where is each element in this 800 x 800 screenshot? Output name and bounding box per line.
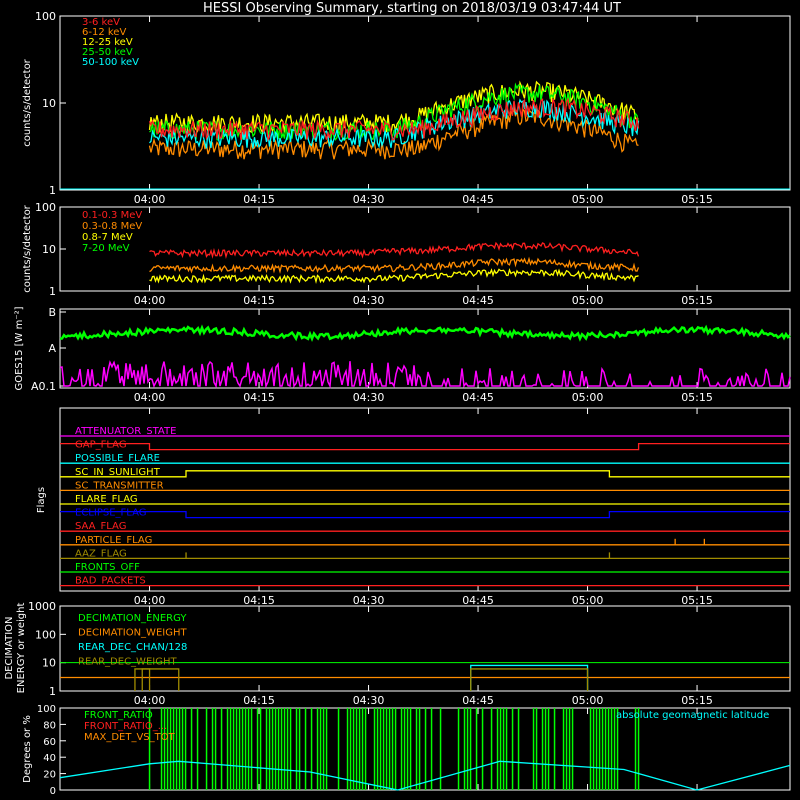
x-tick-label: 04:45 (462, 193, 494, 206)
x-tick-label: 04:15 (243, 391, 275, 404)
y-tick-label: 40 (43, 753, 56, 764)
y-tick-label: 10 (42, 657, 56, 670)
x-tick-label: 05:00 (572, 193, 604, 206)
y-tick-label: 1000 (28, 600, 56, 613)
series-line (149, 256, 640, 275)
x-tick-label: 04:15 (243, 694, 275, 707)
x-tick-label: 04:00 (134, 391, 166, 404)
y-tick-label: 20 (43, 770, 56, 781)
x-tick-label: 04:30 (353, 294, 385, 307)
x-tick-label: 05:15 (681, 294, 713, 307)
flag-line (60, 510, 790, 519)
y-tick-label: A0.1 (31, 380, 56, 393)
y-axis-label: ENERGY or weight (16, 603, 27, 694)
x-tick-label: 04:45 (462, 594, 494, 607)
x-tick-label: 04:15 (243, 294, 275, 307)
flag-label: GAP_FLAG (75, 440, 127, 451)
legend-entry: 0.3-0.8 MeV (82, 221, 142, 232)
y-axis-label: Flags (36, 487, 47, 513)
series-line (148, 80, 639, 136)
y-tick-label: B (48, 306, 56, 319)
goes-panel: 04:00 04:15 04:30 04:45 05:00 05:15 A0.1 A B GOES… (14, 306, 791, 404)
y-tick-label: 60 (43, 737, 56, 748)
x-tick-label: 04:00 (134, 694, 166, 707)
y-tick-label: 1 (49, 685, 56, 698)
x-tick-label: 04:00 (134, 193, 166, 206)
series-line (149, 241, 640, 259)
legend-entry: REAR_DEC_CHAN/128 (78, 642, 187, 653)
x-tick-label: 05:15 (681, 694, 713, 707)
y-axis-label: DECIMATION (4, 616, 15, 679)
x-tick-label: 05:15 (681, 193, 713, 206)
x-tick-label: 04:45 (462, 294, 494, 307)
annotation: absolute geomagnetic latitude (616, 710, 769, 721)
x-tick-label: 05:00 (572, 391, 604, 404)
flag-line (60, 470, 790, 478)
legend-entry: REAR_DEC_WEIGHT (78, 657, 177, 668)
gamma-panel: 04:00 04:15 04:30 04:45 05:00 05:15 1 10 100coun… (22, 201, 791, 307)
x-tick-label: 04:30 (353, 391, 385, 404)
y-tick-label: 0 (50, 786, 56, 797)
y-tick-label: 100 (37, 704, 56, 715)
series-line (134, 668, 180, 691)
legend-entry: DECIMATION_ENERGY (78, 613, 187, 624)
plot-frame (59, 15, 791, 191)
legend-entry: FRONT_RATIO (84, 710, 153, 721)
x-tick-label: 04:45 (462, 694, 494, 707)
legend-entry: MAX_DET_VS_TOT (84, 732, 176, 743)
series-line (59, 360, 791, 389)
legend-entry: 0.8-7 MeV (82, 232, 133, 243)
flag-line (60, 442, 790, 451)
y-tick-label: 1 (49, 184, 56, 197)
y-axis-label: counts/s/detector (22, 58, 33, 146)
y-tick-label: 80 (43, 720, 56, 731)
ratios-panel: 0 20 40 60 80 100 Degrees or % FRONT_RATIOFRONT… (22, 704, 791, 797)
x-tick-label: 04:30 (353, 193, 385, 206)
x-tick-label: 04:30 (353, 594, 385, 607)
x-tick-label: 05:15 (681, 391, 713, 404)
xray-panel: 04:00 04:15 04:30 04:45 05:00 05:15 1 10 100 coun… (22, 10, 791, 206)
legend-entry: 7-20 MeV (82, 243, 130, 254)
legend-entry: FRONT_RATIO_... (84, 721, 167, 732)
observing-summary-figure: HESSI Observing Summary, starting on 201… (4, 1, 791, 797)
flags-panel: 04:00 04:15 04:30 04:45 05:00 05:15FlagsATTEN… (36, 407, 791, 607)
x-tick-label: 05:00 (572, 594, 604, 607)
x-tick-label: 04:00 (134, 594, 166, 607)
x-tick-label: 05:15 (681, 594, 713, 607)
x-tick-label: 04:15 (243, 193, 275, 206)
y-axis-label: GOES15 [W m⁻²] (14, 306, 25, 390)
x-tick-label: 04:30 (353, 694, 385, 707)
panels: 04:00 04:15 04:30 04:45 05:00 05:15110100coun… (4, 10, 791, 797)
x-tick-label: 05:00 (572, 694, 604, 707)
x-tick-label: 04:00 (134, 294, 166, 307)
series-line (59, 324, 791, 343)
y-tick-label: A (48, 342, 56, 355)
y-tick-label: 100 (35, 10, 56, 23)
series-line (141, 668, 151, 691)
y-tick-label: 10 (42, 97, 56, 110)
x-tick-label: 04:45 (462, 391, 494, 404)
legend-entry: 50-100 keV (82, 57, 139, 68)
y-tick-label: 100 (35, 628, 56, 641)
y-axis-label: counts/s/detector (22, 204, 33, 292)
y-axis-label: Degrees or % (22, 715, 33, 783)
legend-entry: DECIMATION_WEIGHT (78, 628, 187, 639)
figure-title: HESSI Observing Summary, starting on 201… (203, 1, 621, 16)
y-tick-label: 1 (49, 285, 56, 298)
y-tick-label: 10 (42, 243, 56, 256)
y-tick-label: 100 (35, 201, 56, 214)
flag-label: ECLIPSE_FLAG (75, 508, 146, 519)
decimation-panel: 04:00 04:15 04:30 04:45 05:00 05:15 1 10 100 1000… (4, 600, 791, 707)
x-tick-label: 05:00 (572, 294, 604, 307)
series-line (470, 668, 589, 691)
legend-entry: 0.1-0.3 MeV (82, 210, 142, 221)
x-tick-label: 04:15 (243, 594, 275, 607)
